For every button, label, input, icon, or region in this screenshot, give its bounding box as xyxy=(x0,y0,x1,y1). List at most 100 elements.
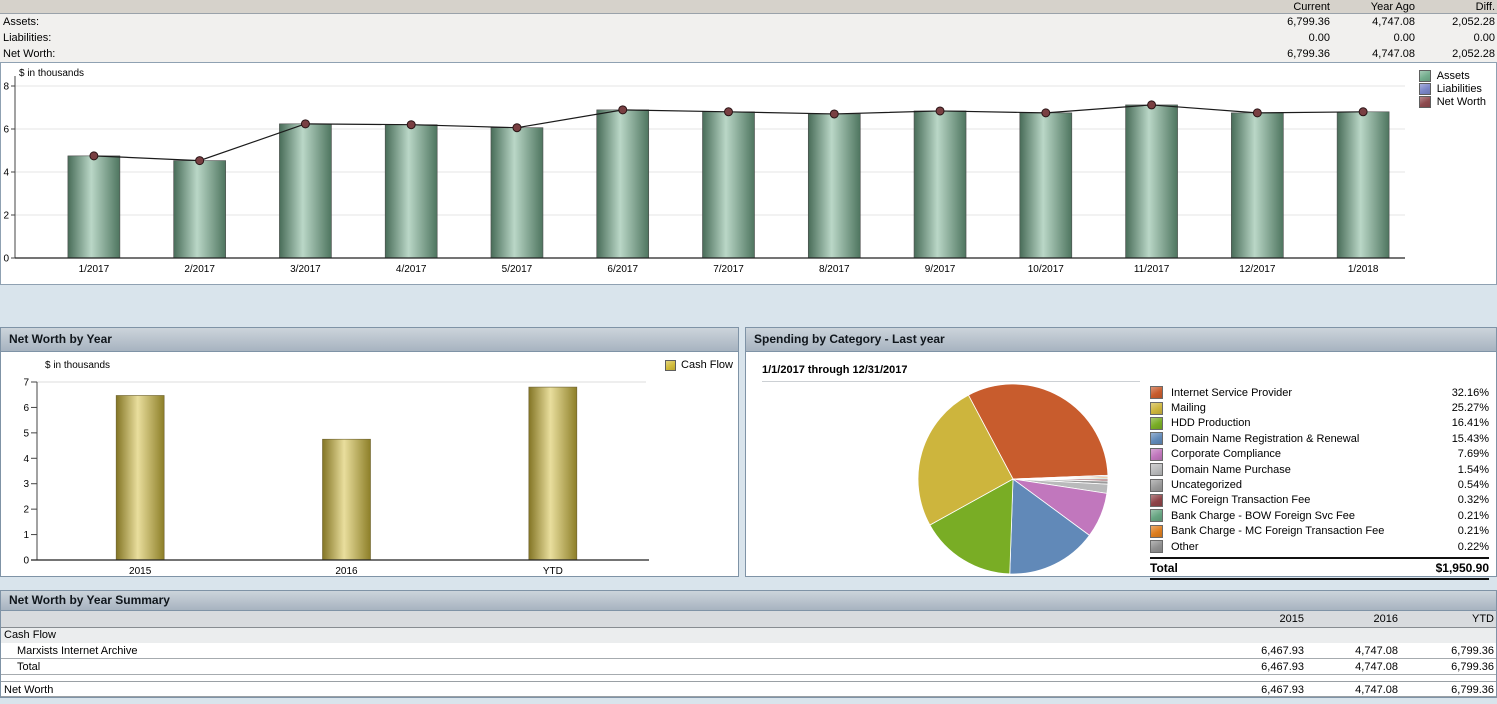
category-row-mailing: Mailing25.27% xyxy=(1150,400,1489,415)
assets-bar-12-2017[interactable] xyxy=(1231,113,1283,258)
assets-bar-4-2017[interactable] xyxy=(385,125,437,258)
category-percent: 7.69% xyxy=(1458,448,1489,460)
y-tick-0: 0 xyxy=(3,254,9,265)
assets-bar-11-2017[interactable] xyxy=(1126,105,1178,258)
summary-row-label: Assets: xyxy=(0,14,1200,30)
net-worth-point-4-2017[interactable] xyxy=(407,121,415,129)
assets-bar-1-2018[interactable] xyxy=(1337,112,1389,258)
x-label-5-2017: 5/2017 xyxy=(502,264,533,275)
category-swatch-hdd-production xyxy=(1150,417,1163,430)
category-swatch-domain-name-registration-renewal xyxy=(1150,432,1163,445)
cash-flow-bar-2016[interactable] xyxy=(323,439,371,560)
year-summary-rows: Cash FlowMarxists Internet Archive6,467.… xyxy=(1,628,1496,697)
assets-bar-10-2017[interactable] xyxy=(1020,113,1072,258)
column-header-2015: 2015 xyxy=(1174,611,1304,628)
category-row-corporate-compliance: Corporate Compliance7.69% xyxy=(1150,447,1489,462)
y-tick-0: 0 xyxy=(23,556,29,567)
spending-total-label: Total xyxy=(1150,561,1178,575)
net-worth-point-3-2017[interactable] xyxy=(301,120,309,128)
net-worth-point-9-2017[interactable] xyxy=(936,107,944,115)
unit-label: $ in thousands xyxy=(19,68,84,79)
category-percent: 0.21% xyxy=(1458,525,1489,537)
category-swatch-other xyxy=(1150,540,1163,553)
x-label-10-2017: 10/2017 xyxy=(1028,264,1065,275)
monthly-net-worth-panel: $ in thousands024681/20172/20173/20174/2… xyxy=(0,63,1497,285)
net-worth-by-year-title: Net Worth by Year xyxy=(9,332,112,346)
assets-bar-5-2017[interactable] xyxy=(491,128,543,258)
spending-by-category-body: 1/1/2017 through 12/31/2017 Internet Ser… xyxy=(746,352,1496,576)
value-2015: 6,467.93 xyxy=(1174,682,1304,698)
assets-bar-9-2017[interactable] xyxy=(914,111,966,258)
assets-bar-1-2017[interactable] xyxy=(68,156,120,258)
category-percent: 25.27% xyxy=(1452,402,1489,414)
unit-label: $ in thousands xyxy=(45,360,110,371)
category-row-hdd-production: HDD Production16.41% xyxy=(1150,416,1489,431)
net-worth-summary-table: Current Year Ago Diff. Assets:6,799.364,… xyxy=(0,0,1497,63)
category-percent: 32.16% xyxy=(1452,387,1489,399)
x-label-3-2017: 3/2017 xyxy=(290,264,321,275)
value-2016: 4,747.08 xyxy=(1304,682,1398,698)
summary-value-diff: 2,052.28 xyxy=(1415,14,1495,30)
net-worth-point-8-2017[interactable] xyxy=(830,110,838,118)
y-tick-4: 4 xyxy=(23,454,29,465)
cash-flow-bar-2015[interactable] xyxy=(116,395,164,560)
row-label: Cash Flow xyxy=(1,628,1174,643)
column-header-year-ago: Year Ago xyxy=(1330,0,1415,14)
category-label: Domain Name Registration & Renewal xyxy=(1171,433,1452,445)
net-worth-point-11-2017[interactable] xyxy=(1148,101,1156,109)
x-label-2016: 2016 xyxy=(335,566,358,577)
assets-bar-6-2017[interactable] xyxy=(597,110,649,258)
category-swatch-corporate-compliance xyxy=(1150,448,1163,461)
row-label: Marxists Internet Archive xyxy=(1,643,1174,659)
cash-flow-legend: Cash Flow xyxy=(665,359,733,371)
net-worth-point-6-2017[interactable] xyxy=(619,106,627,114)
category-percent: 0.22% xyxy=(1458,541,1489,553)
x-label-1-2018: 1/2018 xyxy=(1348,264,1379,275)
summary-row-label: Liabilities: xyxy=(0,30,1200,46)
summary-value-year-ago: 4,747.08 xyxy=(1330,46,1415,62)
category-percent: 15.43% xyxy=(1452,433,1489,445)
legend-swatch-assets xyxy=(1419,70,1431,82)
legend-label: Net Worth xyxy=(1437,96,1486,108)
legend-item-net-worth: Net Worth xyxy=(1419,95,1486,108)
category-row-other: Other0.22% xyxy=(1150,539,1489,554)
x-label-12-2017: 12/2017 xyxy=(1239,264,1276,275)
net-worth-point-1-2017[interactable] xyxy=(90,152,98,160)
spending-pie-chart xyxy=(913,381,1113,581)
summary-value-current: 0.00 xyxy=(1200,30,1330,46)
net-worth-by-year-summary-panel: Net Worth by Year Summary 2015 2016 YTD … xyxy=(0,590,1497,698)
net-worth-point-1-2018[interactable] xyxy=(1359,108,1367,116)
net-worth-point-10-2017[interactable] xyxy=(1042,109,1050,117)
year-summary-row-cash-flow: Cash Flow xyxy=(1,628,1496,643)
net-worth-by-year-panel: Net Worth by Year $ in thousands01234567… xyxy=(0,327,739,577)
net-worth-point-2-2017[interactable] xyxy=(196,157,204,165)
year-header-spacer xyxy=(1,611,1174,628)
year-summary-row-total: Total6,467.934,747.086,799.36 xyxy=(1,659,1496,675)
category-swatch-domain-name-purchase xyxy=(1150,463,1163,476)
net-worth-by-year-chart: $ in thousands0123456720152016YTD xyxy=(1,352,661,578)
assets-bar-2-2017[interactable] xyxy=(174,161,226,258)
year-columns-header: 2015 2016 YTD xyxy=(1,611,1496,628)
x-label-9-2017: 9/2017 xyxy=(925,264,956,275)
net-worth-point-5-2017[interactable] xyxy=(513,124,521,132)
spending-total-value: $1,950.90 xyxy=(1436,561,1489,575)
y-tick-2: 2 xyxy=(3,211,9,222)
cash-flow-bar-ytd[interactable] xyxy=(529,387,577,560)
category-label: MC Foreign Transaction Fee xyxy=(1171,494,1458,506)
summary-table-rows: Assets:6,799.364,747.082,052.28Liabiliti… xyxy=(0,14,1497,62)
assets-bar-7-2017[interactable] xyxy=(703,112,755,258)
assets-bar-8-2017[interactable] xyxy=(808,114,860,258)
net-worth-point-12-2017[interactable] xyxy=(1253,109,1261,117)
year-summary-row-marxists-internet-archive[interactable]: Marxists Internet Archive6,467.934,747.0… xyxy=(1,643,1496,659)
summary-value-year-ago: 4,747.08 xyxy=(1330,14,1415,30)
category-label: Bank Charge - MC Foreign Transaction Fee xyxy=(1171,525,1458,537)
y-tick-3: 3 xyxy=(23,479,29,490)
category-row-domain-name-registration-renewal: Domain Name Registration & Renewal15.43% xyxy=(1150,431,1489,446)
x-label-2015: 2015 xyxy=(129,566,152,577)
y-tick-8: 8 xyxy=(3,82,9,93)
assets-bar-3-2017[interactable] xyxy=(279,124,331,258)
column-header-ytd: YTD xyxy=(1398,611,1494,628)
legend-label: Liabilities xyxy=(1437,83,1482,95)
net-worth-point-7-2017[interactable] xyxy=(725,108,733,116)
value-2016 xyxy=(1304,628,1398,643)
